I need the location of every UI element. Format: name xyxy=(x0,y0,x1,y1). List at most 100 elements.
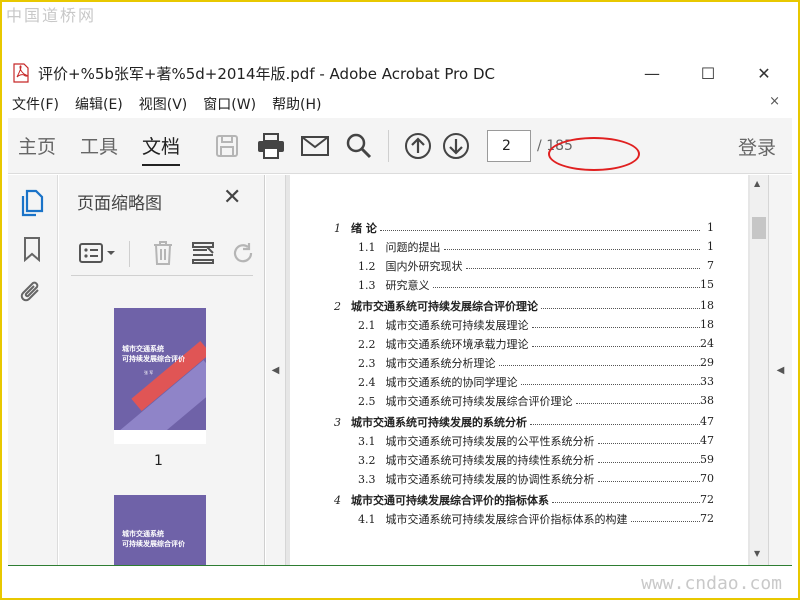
bookmarks-button[interactable] xyxy=(18,235,46,263)
options-list-icon xyxy=(79,243,115,263)
toc-page-number: 15 xyxy=(700,278,714,291)
window-bottom-border xyxy=(8,565,792,566)
menu-edit[interactable]: 编辑(E) xyxy=(75,94,123,114)
toc-section-row[interactable]: 4.1 城市交通系统可持续发展综合评价指标体系的构建 xyxy=(358,510,628,528)
save-button[interactable] xyxy=(208,127,246,165)
document-scrollbar[interactable]: ▲ ▼ xyxy=(750,175,768,565)
login-button[interactable]: 登录 xyxy=(738,118,776,174)
search-icon xyxy=(346,133,372,158)
tab-tools[interactable]: 工具 xyxy=(70,118,128,174)
toc-page-number: 18 xyxy=(700,318,714,331)
toc-title: 城市交通系统可持续发展的系统分析 xyxy=(351,416,527,429)
toc-page-number: 18 xyxy=(700,299,714,312)
email-button[interactable] xyxy=(296,127,334,165)
toc-section-row[interactable]: 1.2 国内外研究现状 xyxy=(358,257,463,275)
close-document-button[interactable]: × xyxy=(769,94,780,109)
collapse-left-panel-button[interactable]: ◀ xyxy=(266,175,286,565)
toc-leader-dots xyxy=(465,268,700,269)
thumbnails-title: 页面缩略图 xyxy=(77,194,162,214)
menu-help[interactable]: 帮助(H) xyxy=(272,94,321,114)
toc-title: 城市交通系统可持续发展综合评价理论 xyxy=(351,300,538,313)
search-button[interactable] xyxy=(340,127,378,165)
toolbar-separator xyxy=(388,129,390,162)
toc-page-number: 29 xyxy=(700,356,714,369)
toc-number: 1.1 xyxy=(358,240,376,254)
cover-band xyxy=(114,430,206,444)
tool-separator xyxy=(129,241,130,267)
page-number-input[interactable]: 2 xyxy=(487,129,532,162)
document-scroll-thumb[interactable] xyxy=(752,217,766,239)
toc-section-row[interactable]: 3.3 城市交通系统可持续发展的协调性系统分析 xyxy=(358,470,595,488)
print-icon xyxy=(258,132,285,159)
cover-title-line2: 可持续发展综合评价 xyxy=(122,540,185,548)
save-icon xyxy=(216,134,239,157)
toc-section-row[interactable]: 2.3 城市交通系统分析理论 xyxy=(358,354,496,372)
scroll-up-arrow[interactable]: ▲ xyxy=(754,179,760,188)
toc-number: 3.2 xyxy=(358,453,376,467)
toc-title: 绪 论 xyxy=(351,222,377,235)
toc-section-row[interactable]: 2.5 城市交通系统可持续发展综合评价理论 xyxy=(358,392,573,410)
toc-leader-dots xyxy=(443,249,700,250)
toc-number: 2.3 xyxy=(358,356,376,370)
document-page: 1 绪 论 1 1.1 问题的提出 1 1.2 国内外研究现状 7 1.3 研究意义 15 2 城市交通系… xyxy=(290,175,748,565)
previous-page-button[interactable] xyxy=(399,127,437,165)
scroll-down-arrow[interactable]: ▼ xyxy=(754,549,760,558)
toc-section-row[interactable]: 3.2 城市交通系统可持续发展的持续性系统分析 xyxy=(358,451,595,469)
toc-page-number: 33 xyxy=(700,375,714,388)
toc-number: 1.3 xyxy=(358,278,376,292)
cover-title-line1: 城市交通系统 xyxy=(122,530,164,538)
menu-file[interactable]: 文件(F) xyxy=(12,94,59,114)
menu-window[interactable]: 窗口(W) xyxy=(203,94,256,114)
delete-pages-button[interactable] xyxy=(147,237,179,269)
print-button[interactable] xyxy=(252,127,290,165)
toc-section-row[interactable]: 1.3 研究意义 xyxy=(358,276,430,294)
toc-leader-dots xyxy=(575,403,700,404)
toc-title: 城市交通系统可持续发展综合评价理论 xyxy=(385,395,573,408)
toc-section-row[interactable]: 3.1 城市交通系统可持续发展的公平性系统分析 xyxy=(358,432,595,450)
page-thumbnail-2[interactable]: 城市交通系统 可持续发展综合评价 xyxy=(114,495,206,565)
title-bar: 评价+%5b张军+著%5d+2014年版.pdf - Adobe Acrobat… xyxy=(8,58,792,88)
tab-home[interactable]: 主页 xyxy=(8,118,66,174)
toc-chapter-row[interactable]: 4 城市交通可持续发展综合评价的指标体系 xyxy=(334,491,549,509)
toc-section-row[interactable]: 2.1 城市交通系统可持续发展理论 xyxy=(358,316,529,334)
page-thumbnail-1[interactable]: 城市交通系统 可持续发展综合评价 张 军 xyxy=(114,308,206,444)
extract-pages-button[interactable] xyxy=(187,237,219,269)
toc-chapter-row[interactable]: 2 城市交通系统可持续发展综合评价理论 xyxy=(334,297,538,315)
tab-document[interactable]: 文档 xyxy=(132,118,190,174)
toc-leader-dots xyxy=(432,287,700,288)
cover-title: 城市交通系统 可持续发展综合评价 xyxy=(122,529,185,549)
toc-page-number: 72 xyxy=(700,512,714,525)
menu-view[interactable]: 视图(V) xyxy=(139,94,188,114)
toc-number: 1 xyxy=(334,221,341,235)
toc-chapter-row[interactable]: 3 城市交通系统可持续发展的系统分析 xyxy=(334,413,527,431)
toc-page-number: 72 xyxy=(700,493,714,506)
toc-section-row[interactable]: 2.4 城市交通系统的协同学理论 xyxy=(358,373,518,391)
rotate-pages-button[interactable] xyxy=(227,237,259,269)
toc-number: 4.1 xyxy=(358,512,376,526)
toc-leader-dots xyxy=(379,230,700,231)
highlight-ellipse xyxy=(548,137,640,171)
toc-chapter-row[interactable]: 1 绪 论 xyxy=(334,219,377,237)
toc-section-row[interactable]: 1.1 问题的提出 xyxy=(358,238,441,256)
page-thumbnails-button[interactable] xyxy=(18,189,46,217)
minimize-button[interactable]: — xyxy=(624,58,680,88)
attachments-button[interactable] xyxy=(18,279,46,307)
maximize-button[interactable]: ☐ xyxy=(680,58,736,88)
collapse-right-panel-button[interactable]: ◀ xyxy=(768,175,792,565)
next-page-button[interactable] xyxy=(437,127,475,165)
close-thumbnails-button[interactable]: ✕ xyxy=(223,185,241,210)
toolbar: 主页 工具 文档 2 / 185 xyxy=(8,118,792,174)
toc-leader-dots xyxy=(597,481,700,482)
cover-title-line2: 可持续发展综合评价 xyxy=(122,355,185,363)
toc-page-number: 24 xyxy=(700,337,714,350)
navigation-rail xyxy=(8,175,58,565)
toc-section-row[interactable]: 2.2 城市交通系统环境承载力理论 xyxy=(358,335,529,353)
crop-pages-icon xyxy=(192,242,214,264)
watermark-bottom: www.cndao.com xyxy=(641,573,782,594)
toc-number: 2.1 xyxy=(358,318,376,332)
thumbnail-options-button[interactable] xyxy=(77,237,119,269)
bookmark-icon xyxy=(24,237,40,262)
rotate-icon xyxy=(233,243,253,263)
close-window-button[interactable]: ✕ xyxy=(736,58,792,88)
window-title: 评价+%5b张军+著%5d+2014年版.pdf - Adobe Acrobat… xyxy=(38,64,495,83)
